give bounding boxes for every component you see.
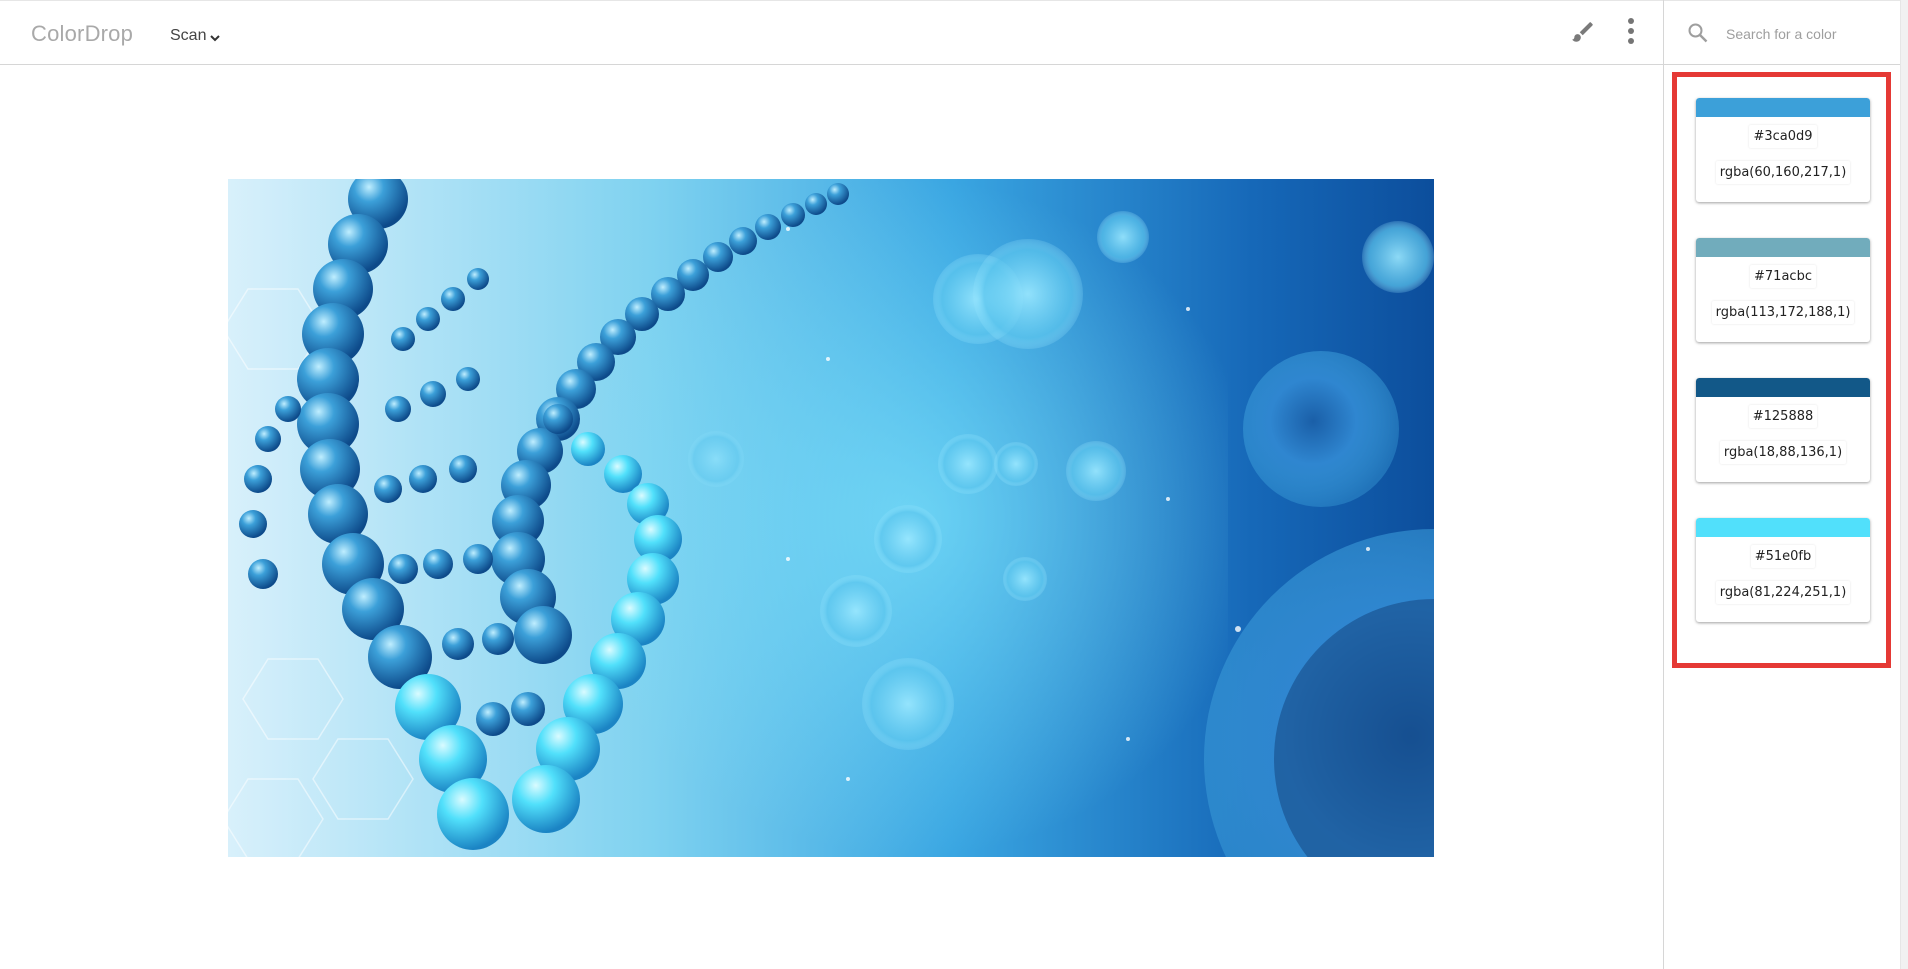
color-swatch-card[interactable]: #51e0fb rgba(81,224,251,1): [1696, 518, 1870, 622]
top-header: ColorDrop Scan: [0, 0, 1663, 65]
search-bar: [1664, 0, 1908, 65]
swatch-rgba-value[interactable]: rgba(60,160,217,1): [1716, 161, 1851, 184]
more-vert-icon: [1628, 18, 1634, 44]
swatch-hex-value[interactable]: #3ca0d9: [1749, 125, 1816, 148]
scanned-image[interactable]: [228, 179, 1434, 857]
swatch-color-bar: [1696, 238, 1870, 257]
swatch-hex-value[interactable]: #51e0fb: [1751, 545, 1816, 568]
chevron-down-icon: [210, 34, 221, 41]
dna-cells-image: [228, 179, 1434, 857]
scan-menu-button[interactable]: Scan: [170, 25, 221, 47]
color-palette-list: #3ca0d9 rgba(60,160,217,1) #71acbc rgba(…: [1696, 98, 1870, 658]
scan-menu-label: Scan: [170, 27, 207, 44]
swatch-color-bar: [1696, 378, 1870, 397]
more-options-button[interactable]: [1620, 15, 1642, 47]
search-icon: [1688, 23, 1708, 43]
brush-icon: [1572, 22, 1593, 42]
sidebar-scrollbar[interactable]: [1900, 0, 1908, 969]
swatch-rgba-value[interactable]: rgba(18,88,136,1): [1720, 441, 1846, 464]
search-input[interactable]: [1726, 21, 1886, 47]
app-logo[interactable]: ColorDrop: [31, 21, 133, 47]
swatch-color-bar: [1696, 98, 1870, 117]
color-swatch-card[interactable]: #3ca0d9 rgba(60,160,217,1): [1696, 98, 1870, 202]
swatch-rgba-value[interactable]: rgba(81,224,251,1): [1716, 581, 1851, 604]
swatch-color-bar: [1696, 518, 1870, 537]
brush-button[interactable]: [1568, 17, 1598, 47]
color-swatch-card[interactable]: #125888 rgba(18,88,136,1): [1696, 378, 1870, 482]
swatch-rgba-value[interactable]: rgba(113,172,188,1): [1712, 301, 1855, 324]
swatch-hex-value[interactable]: #71acbc: [1750, 265, 1816, 288]
color-swatch-card[interactable]: #71acbc rgba(113,172,188,1): [1696, 238, 1870, 342]
swatch-hex-value[interactable]: #125888: [1749, 405, 1818, 428]
